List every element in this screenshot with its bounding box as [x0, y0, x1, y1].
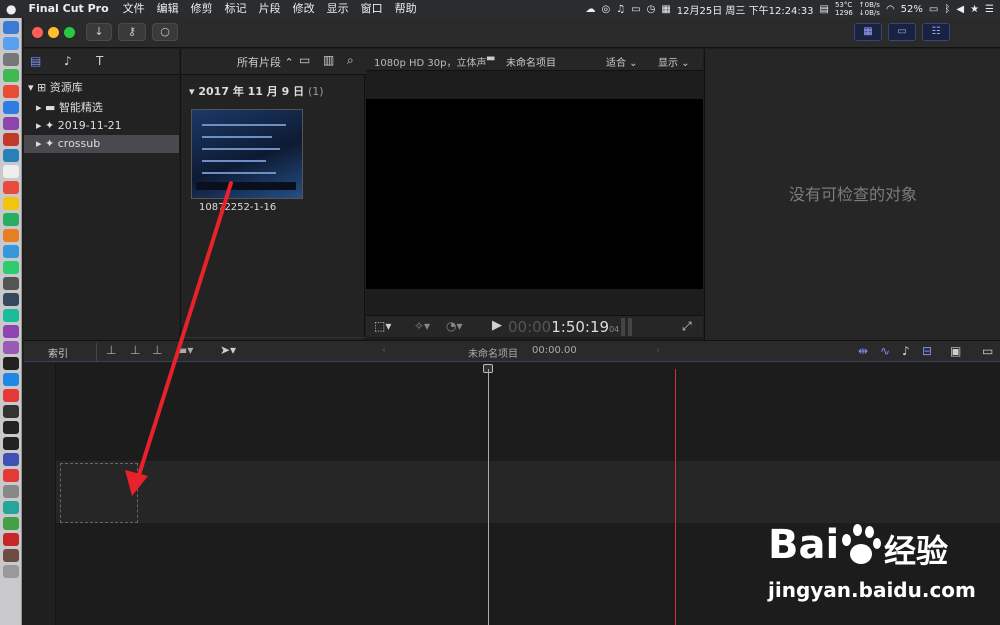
watermark-url: jingyan.baidu.com	[768, 578, 976, 602]
paw-icon	[840, 522, 881, 566]
baidu-logo-text: Bai	[768, 522, 840, 568]
jingyan-text: 经验	[884, 532, 949, 570]
baidu-watermark: Bai 经验 jingyan.baidu.com	[760, 520, 990, 620]
